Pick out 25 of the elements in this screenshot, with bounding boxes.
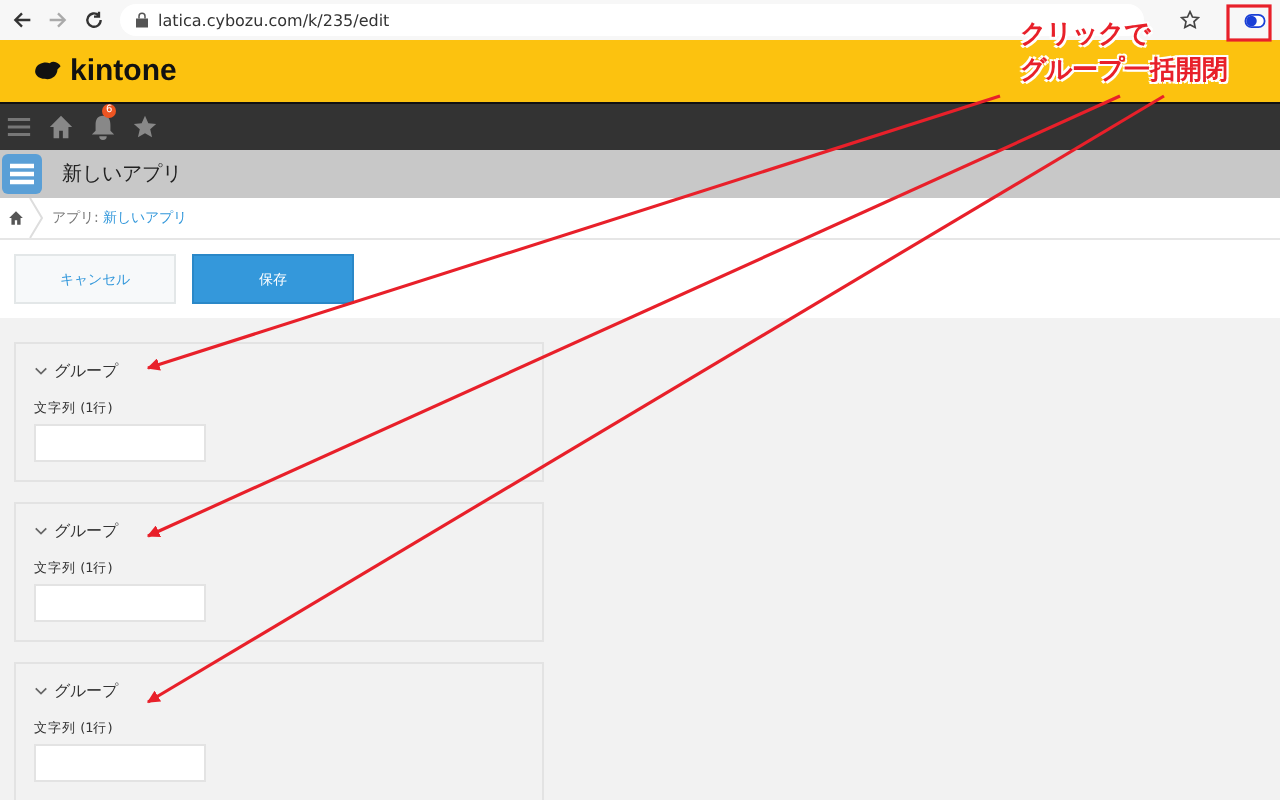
group-toggle[interactable]: グループ xyxy=(34,520,118,542)
menu-icon[interactable] xyxy=(6,114,32,140)
input-field[interactable] xyxy=(34,584,206,622)
home-icon[interactable] xyxy=(48,114,74,140)
input-field[interactable] xyxy=(34,744,206,782)
logo-icon xyxy=(32,60,64,82)
home-icon[interactable] xyxy=(8,210,24,226)
chevron-icon xyxy=(34,364,48,378)
bell-icon[interactable] xyxy=(90,114,116,140)
star-icon[interactable] xyxy=(132,114,158,140)
reload-icon[interactable] xyxy=(84,10,104,30)
group-toggle[interactable]: グループ xyxy=(34,360,118,382)
app-title: 新しいアプリ xyxy=(62,161,182,188)
back-icon[interactable] xyxy=(12,10,32,30)
forward-icon[interactable] xyxy=(48,10,68,30)
annotation-text: グループ一括開閉 xyxy=(1020,54,1228,90)
logo-text: kintone xyxy=(70,54,177,88)
app-list-icon xyxy=(2,154,42,194)
group-toggle[interactable]: グループ xyxy=(34,680,118,702)
toggle-icon[interactable] xyxy=(1243,13,1265,27)
input-field[interactable] xyxy=(34,424,206,462)
bookmark-star-icon[interactable] xyxy=(1180,10,1200,30)
highlight-frame xyxy=(1226,4,1272,42)
chevron-icon xyxy=(34,524,48,538)
chevron-icon xyxy=(34,684,48,698)
